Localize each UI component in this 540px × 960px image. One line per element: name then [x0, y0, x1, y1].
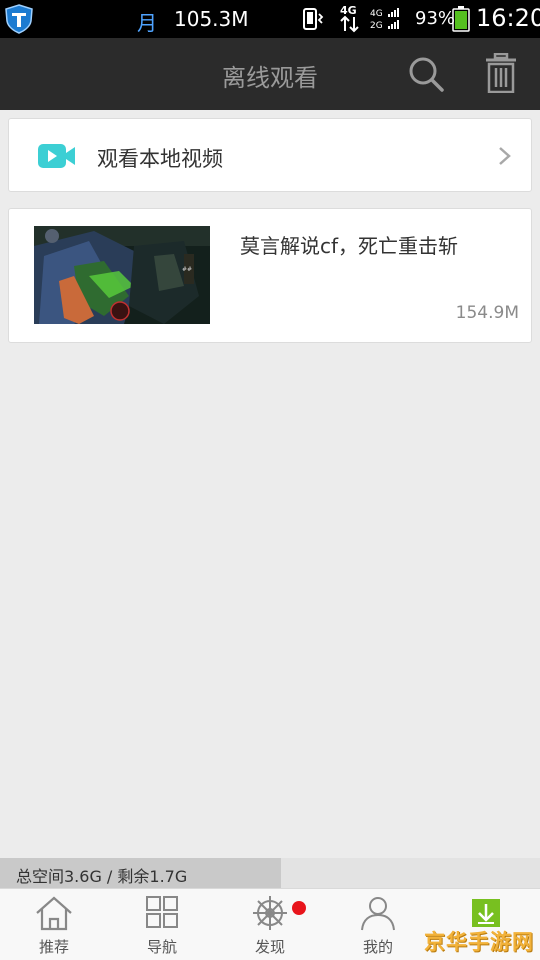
chevron-right-icon [499, 147, 511, 165]
video-title: 莫言解说cf，死亡重击斩 [240, 234, 459, 258]
grid-icon [146, 896, 178, 928]
signal-icon: 4G 2G [370, 8, 399, 31]
local-video-entry[interactable]: 观看本地视频 [8, 118, 532, 192]
video-list-item[interactable]: ## 莫言解说cf，死亡重击斩 154.9M [8, 208, 532, 343]
tab-recommend[interactable]: 推荐 [0, 889, 108, 960]
network-label: 4G [340, 4, 357, 17]
notification-badge [292, 901, 306, 915]
home-icon [36, 896, 72, 931]
tab-discover[interactable]: 发现 [216, 889, 324, 960]
helm-wheel-icon [253, 896, 287, 930]
svg-text:4G: 4G [370, 9, 383, 19]
traffic-indicator: 105.3M [174, 7, 249, 31]
watermark: 京华手游网 [424, 930, 534, 954]
storage-bar: 总空间3.6G / 剩余1.7G [0, 858, 540, 888]
tab-label: 推荐 [38, 938, 69, 956]
local-video-label: 观看本地视频 [97, 147, 223, 171]
tab-label: 我的 [362, 938, 393, 956]
moon-indicator: 月 [137, 11, 157, 35]
app-header: 离线观看 [0, 38, 540, 110]
trash-icon[interactable] [484, 53, 518, 93]
tab-navigation[interactable]: 导航 [108, 889, 216, 960]
clock: 16:20 [476, 4, 540, 32]
storage-text: 总空间3.6G / 剩余1.7G [16, 867, 188, 886]
shield-icon [5, 4, 33, 34]
svg-text:2G: 2G [370, 21, 383, 31]
tab-mine[interactable]: 我的 [324, 889, 432, 960]
thumbnail-image: ## [34, 226, 210, 324]
search-icon[interactable] [407, 55, 445, 93]
video-thumbnail: ## [34, 226, 210, 324]
network-4g-icon: 4G [340, 4, 359, 33]
video-camera-icon [38, 144, 75, 168]
video-size: 154.9M [455, 303, 519, 323]
tab-label: 发现 [254, 938, 285, 956]
vibrate-icon [303, 8, 324, 30]
tab-label: 导航 [146, 938, 177, 956]
status-bar: 月 105.3M 4G 4G 2G 93% 16:20 [0, 0, 540, 38]
user-icon [361, 897, 395, 931]
page-title: 离线观看 [222, 64, 318, 92]
svg-text:##: ## [182, 266, 192, 273]
battery-percent: 93% [415, 8, 456, 29]
battery-icon [452, 6, 470, 32]
